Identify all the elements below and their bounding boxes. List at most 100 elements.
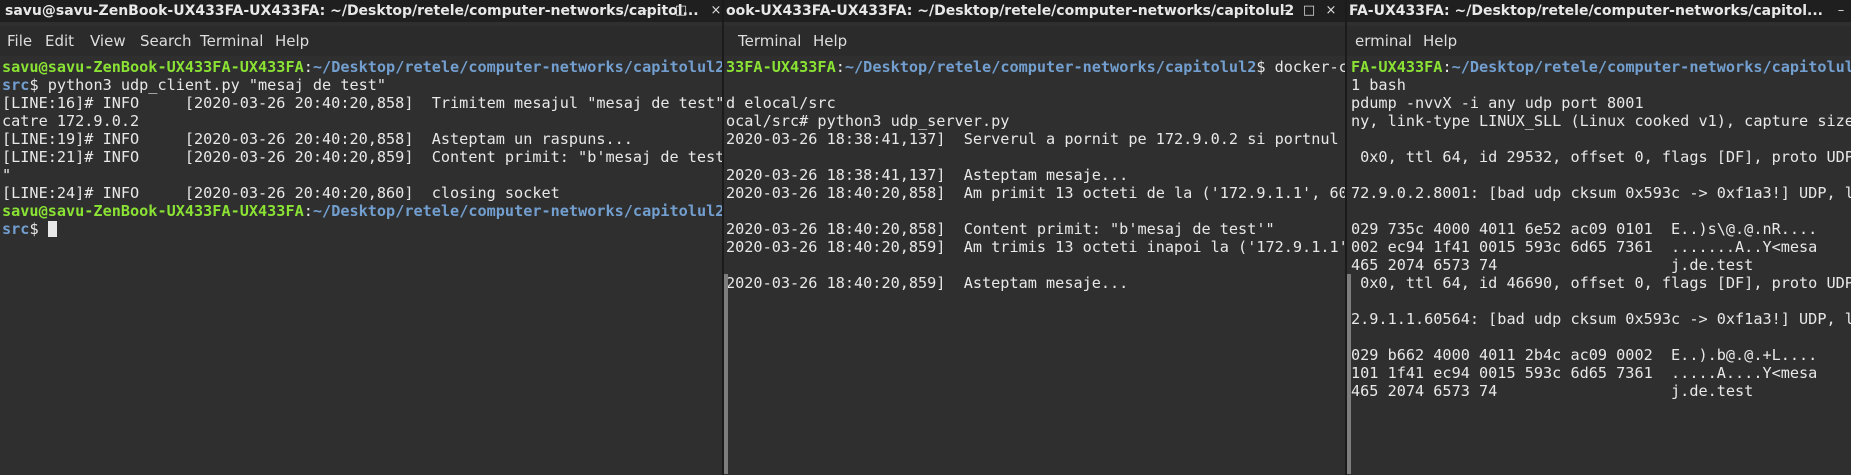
terminal-line: 2020-03-26 18:40:20,859] Am trimis 13 oc… bbox=[726, 238, 1345, 256]
terminal-line: " bbox=[2, 166, 722, 184]
menu-help[interactable]: Help bbox=[275, 26, 309, 56]
line-text: 2020-03-26 18:40:20,858] Am primit 13 oc… bbox=[726, 184, 1345, 202]
prompt-path: ~/Desktop/retele/computer-networks/capit… bbox=[844, 58, 1257, 76]
line-text: 465 2074 6573 74 j.de.test bbox=[1351, 382, 1754, 400]
line-text: 2020-03-26 18:38:41,137] Serverul a porn… bbox=[726, 130, 1339, 148]
window-title: ook-UX433FA-UX433FA: ~/Desktop/retele/co… bbox=[726, 3, 1295, 19]
scrollbar[interactable] bbox=[1347, 274, 1351, 474]
line-text: pdump -nvvX -i any udp port 8001 bbox=[1351, 94, 1644, 112]
terminal-line: catre 172.9.0.2 bbox=[2, 112, 722, 130]
line-text: : bbox=[1442, 58, 1452, 76]
menu-bar: erminal Help bbox=[1347, 26, 1851, 56]
terminal-line: src$ python3 udp_client.py "mesaj de tes… bbox=[2, 76, 722, 94]
line-text: $ bbox=[29, 220, 48, 238]
prompt-path: ~/Desktop/retele/computer-networks/capit… bbox=[1451, 58, 1851, 76]
close-icon[interactable]: × bbox=[706, 0, 722, 22]
terminal-line: [LINE:16]# INFO [2020-03-26 20:40:20,858… bbox=[2, 94, 722, 112]
maximize-icon[interactable]: □ bbox=[671, 0, 691, 22]
prompt-path: ~/Desktop/retele/computer-networks/capit… bbox=[312, 58, 722, 76]
line-text: d elocal/src bbox=[726, 94, 836, 112]
terminal-output[interactable]: FA-UX433FA:~/Desktop/retele/computer-net… bbox=[1347, 56, 1851, 475]
menu-file[interactable]: File bbox=[7, 26, 32, 56]
terminal-line: 2020-03-26 18:38:41,137] Asteptam mesaje… bbox=[726, 166, 1345, 184]
line-text: [LINE:21]# INFO [2020-03-26 20:40:20,859… bbox=[2, 148, 722, 166]
line-text: 029 735c 4000 4011 6e52 ac09 0101 E..)s\… bbox=[1351, 220, 1818, 238]
prompt-user: 33FA-UX433FA bbox=[726, 58, 836, 76]
terminal-window-tcpdump[interactable]: FA-UX433FA: ~/Desktop/retele/computer-ne… bbox=[1347, 0, 1851, 475]
terminal-line: 2020-03-26 18:40:20,858] Content primit:… bbox=[726, 220, 1345, 238]
terminal-line: 465 2074 6573 74 j.de.test bbox=[1351, 382, 1851, 400]
line-text: : bbox=[303, 58, 313, 76]
line-text: [LINE:16]# INFO [2020-03-26 20:40:20,858… bbox=[2, 94, 722, 112]
terminal-line: [LINE:24]# INFO [2020-03-26 20:40:20,860… bbox=[2, 184, 722, 202]
line-text: $ docker-c bbox=[1256, 58, 1345, 76]
close-icon[interactable]: × bbox=[1321, 0, 1341, 22]
line-text: : bbox=[835, 58, 845, 76]
window-title: savu@savu-ZenBook-UX433FA-UX433FA: ~/Des… bbox=[5, 3, 699, 19]
menu-help[interactable]: Help bbox=[1423, 26, 1457, 56]
terminal-lines: savu@savu-ZenBook-UX433FA-UX433FA:~/Desk… bbox=[2, 58, 722, 238]
title-bar[interactable]: FA-UX433FA: ~/Desktop/retele/computer-ne… bbox=[1347, 0, 1851, 22]
menu-terminal[interactable]: Terminal bbox=[738, 26, 801, 56]
line-text: 2.9.1.1.60564: [bad udp cksum 0x593c -> … bbox=[1351, 310, 1851, 328]
terminal-line: 0x0, ttl 64, id 46690, offset 0, flags [… bbox=[1351, 274, 1851, 292]
line-text: 2020-03-26 18:38:41,137] Asteptam mesaje… bbox=[726, 166, 1129, 184]
menu-view[interactable]: View bbox=[90, 26, 126, 56]
terminal-line: src$ bbox=[2, 220, 722, 238]
terminal-line: 72.9.0.2.8001: [bad udp cksum 0x593c -> … bbox=[1351, 184, 1851, 202]
line-text: 101 1f41 ec94 0015 593c 6d65 7361 .....A… bbox=[1351, 364, 1818, 382]
text-cursor bbox=[47, 221, 57, 237]
scrollbar[interactable] bbox=[724, 274, 728, 474]
line-text: 002 ec94 1f41 0015 593c 6d65 7361 ......… bbox=[1351, 238, 1818, 256]
line-text: ny, link-type LINUX_SLL (Linux cooked v1… bbox=[1351, 112, 1851, 130]
terminal-line: savu@savu-ZenBook-UX433FA-UX433FA:~/Desk… bbox=[2, 58, 722, 76]
terminal-line: 2020-03-26 18:40:20,858] Am primit 13 oc… bbox=[726, 184, 1345, 202]
terminal-line: FA-UX433FA:~/Desktop/retele/computer-net… bbox=[1351, 58, 1851, 76]
menu-bar: Terminal Help bbox=[724, 26, 1345, 56]
line-text: 2020-03-26 18:40:20,859] Asteptam mesaje… bbox=[726, 274, 1129, 292]
line-text: ocal/src# python3 udp_server.py bbox=[726, 112, 1010, 130]
terminal-output[interactable]: savu@savu-ZenBook-UX433FA-UX433FA:~/Desk… bbox=[0, 56, 722, 475]
line-text: " bbox=[2, 166, 12, 184]
line-text: 72.9.0.2.8001: [bad udp cksum 0x593c -> … bbox=[1351, 184, 1851, 202]
title-bar[interactable]: ook-UX433FA-UX433FA: ~/Desktop/retele/co… bbox=[724, 0, 1345, 22]
title-bar[interactable]: savu@savu-ZenBook-UX433FA-UX433FA: ~/Des… bbox=[0, 0, 722, 22]
terminal-line: 1 bash bbox=[1351, 76, 1851, 94]
menu-bar: File Edit View Search Terminal Help bbox=[0, 26, 722, 56]
terminal-window-client[interactable]: savu@savu-ZenBook-UX433FA-UX433FA: ~/Des… bbox=[0, 0, 722, 475]
line-text: [LINE:24]# INFO [2020-03-26 20:40:20,860… bbox=[2, 184, 560, 202]
line-text: 0x0, ttl 64, id 46690, offset 0, flags [… bbox=[1351, 274, 1851, 292]
line-text: $ python3 udp_client.py "mesaj de test" bbox=[29, 76, 387, 94]
maximize-icon[interactable]: □ bbox=[1299, 0, 1319, 22]
line-text: 029 b662 4000 4011 2b4c ac09 0002 E..).b… bbox=[1351, 346, 1818, 364]
menu-help[interactable]: Help bbox=[813, 26, 847, 56]
minimize-icon[interactable]: – bbox=[1276, 0, 1296, 22]
terminal-line: savu@savu-ZenBook-UX433FA-UX433FA:~/Desk… bbox=[2, 202, 722, 220]
menu-search[interactable]: Search bbox=[140, 26, 192, 56]
terminal-lines: FA-UX433FA:~/Desktop/retele/computer-net… bbox=[1351, 58, 1851, 400]
prompt-user: savu@savu-ZenBook-UX433FA-UX433FA bbox=[2, 58, 304, 76]
terminal-line: 33FA-UX433FA:~/Desktop/retele/computer-n… bbox=[726, 58, 1345, 76]
terminal-output[interactable]: 33FA-UX433FA:~/Desktop/retele/computer-n… bbox=[724, 56, 1345, 475]
terminal-line: [LINE:19]# INFO [2020-03-26 20:40:20,858… bbox=[2, 130, 722, 148]
line-text: 0x0, ttl 64, id 29532, offset 0, flags [… bbox=[1351, 148, 1851, 166]
terminal-window-server[interactable]: ook-UX433FA-UX433FA: ~/Desktop/retele/co… bbox=[724, 0, 1345, 475]
line-text: 2020-03-26 18:40:20,859] Am trimis 13 oc… bbox=[726, 238, 1345, 256]
terminal-line: 029 b662 4000 4011 2b4c ac09 0002 E..).b… bbox=[1351, 346, 1851, 364]
terminal-line: 029 735c 4000 4011 6e52 ac09 0101 E..)s\… bbox=[1351, 220, 1851, 238]
menu-terminal[interactable]: erminal bbox=[1355, 26, 1412, 56]
menu-terminal[interactable]: Terminal bbox=[200, 26, 263, 56]
terminal-line: 002 ec94 1f41 0015 593c 6d65 7361 ......… bbox=[1351, 238, 1851, 256]
minimize-icon[interactable]: – bbox=[634, 0, 654, 22]
menu-edit[interactable]: Edit bbox=[45, 26, 74, 56]
minimize-icon[interactable]: – bbox=[1831, 0, 1851, 22]
